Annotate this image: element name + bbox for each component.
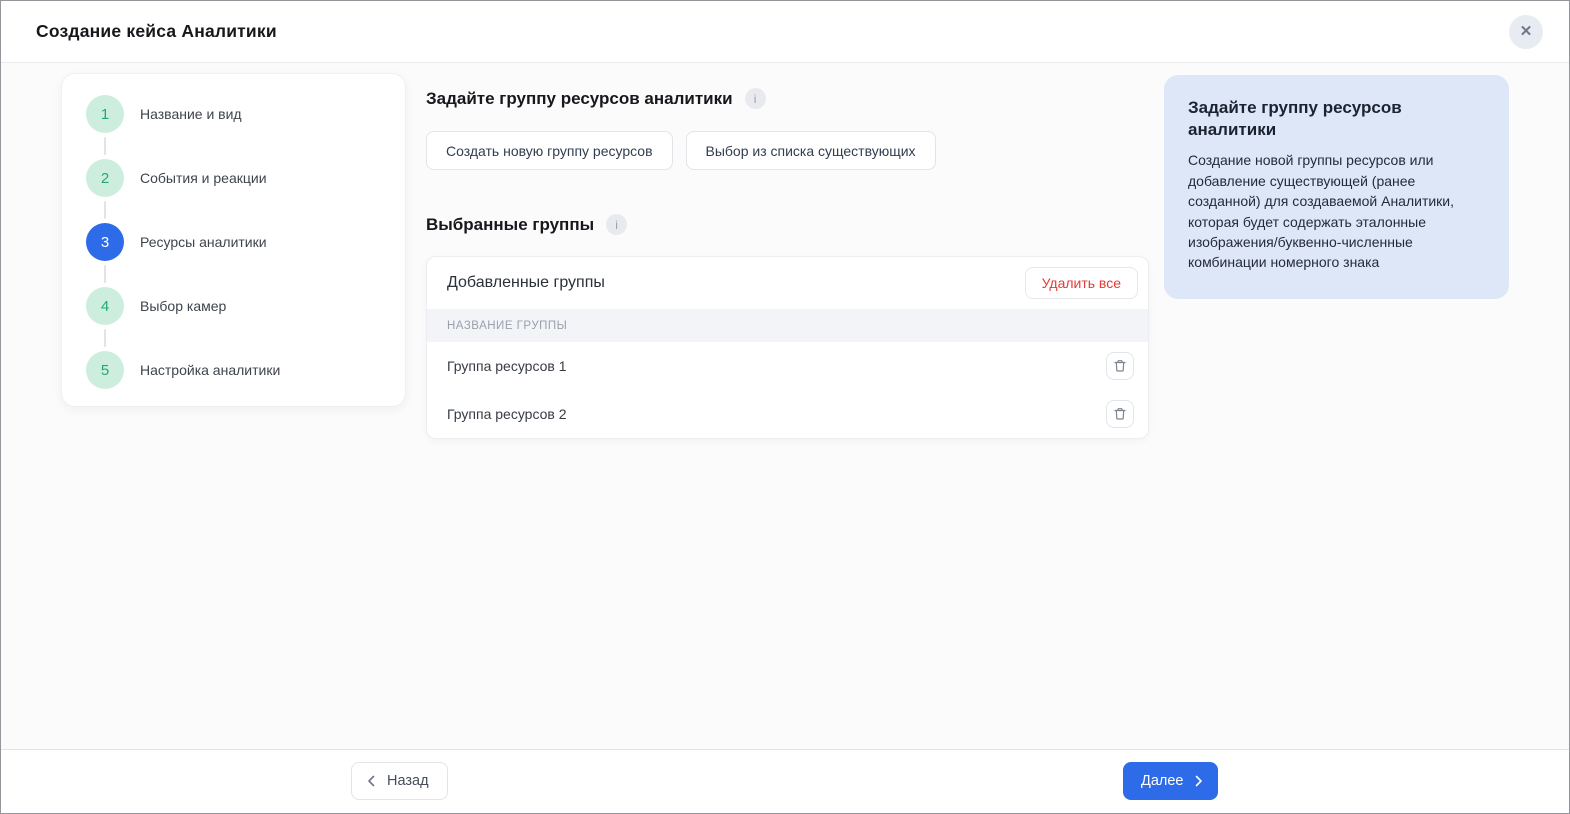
- group-name: Группа ресурсов 1: [447, 358, 567, 374]
- step-item-analytics-settings[interactable]: 5 Настройка аналитики: [86, 338, 405, 402]
- delete-row-button[interactable]: [1106, 352, 1134, 380]
- step-number-badge: 1: [86, 95, 124, 133]
- wizard-stepper: 1 Название и вид 2 События и реакции 3 Р…: [61, 73, 406, 407]
- chevron-right-icon: [1193, 775, 1204, 787]
- trash-icon: [1113, 359, 1127, 373]
- column-header-label: НАЗВАНИЕ ГРУППЫ: [447, 320, 567, 332]
- step-number-badge: 4: [86, 287, 124, 325]
- dialog-footer: Назад Далее: [1, 749, 1569, 813]
- step-label: Ресурсы аналитики: [140, 234, 267, 250]
- step-item-camera-selection[interactable]: 4 Выбор камер: [86, 274, 405, 338]
- back-button[interactable]: Назад: [351, 762, 448, 800]
- card-title: Добавленные группы: [447, 274, 605, 292]
- info-icon-glyph: i: [615, 218, 618, 232]
- next-button[interactable]: Далее: [1123, 762, 1218, 800]
- help-panel-body: Создание новой группы ресурсов или добав…: [1188, 150, 1485, 273]
- step-item-analytics-resources[interactable]: 3 Ресурсы аналитики: [86, 210, 405, 274]
- help-panel-title: Задайте группу ресурсов аналитики: [1188, 97, 1485, 141]
- chevron-left-icon: [366, 775, 377, 787]
- resource-group-actions: Создать новую группу ресурсов Выбор из с…: [426, 131, 936, 170]
- section-title: Задайте группу ресурсов аналитики: [426, 89, 733, 109]
- trash-icon: [1113, 407, 1127, 421]
- resource-group-section: Задайте группу ресурсов аналитики i: [426, 88, 766, 109]
- table-row: Группа ресурсов 2: [427, 390, 1148, 438]
- dialog-header: Создание кейса Аналитики ✕: [1, 1, 1569, 63]
- info-icon[interactable]: i: [606, 214, 627, 235]
- info-icon[interactable]: i: [745, 88, 766, 109]
- create-resource-group-button[interactable]: Создать новую группу ресурсов: [426, 131, 673, 170]
- added-groups-card: Добавленные группы Удалить все НАЗВАНИЕ …: [426, 256, 1149, 439]
- step-item-name-and-type[interactable]: 1 Название и вид: [86, 82, 405, 146]
- delete-row-button[interactable]: [1106, 400, 1134, 428]
- next-button-label: Далее: [1141, 773, 1183, 789]
- group-name: Группа ресурсов 2: [447, 406, 567, 422]
- step-label: Настройка аналитики: [140, 362, 280, 378]
- step-number-badge: 3: [86, 223, 124, 261]
- help-panel: Задайте группу ресурсов аналитики Создан…: [1164, 75, 1509, 299]
- info-icon-glyph: i: [754, 92, 757, 106]
- step-label: Выбор камер: [140, 298, 226, 314]
- page-title: Создание кейса Аналитики: [36, 21, 277, 42]
- close-icon: ✕: [1520, 24, 1533, 39]
- selected-groups-section: Выбранные группы i: [426, 214, 627, 235]
- close-button[interactable]: ✕: [1509, 15, 1543, 49]
- delete-all-button[interactable]: Удалить все: [1025, 267, 1138, 299]
- step-label: Название и вид: [140, 106, 242, 122]
- create-analytics-case-dialog: { "window": { "title": "Создание кейса А…: [0, 0, 1570, 814]
- step-number-badge: 5: [86, 351, 124, 389]
- step-number-badge: 2: [86, 159, 124, 197]
- step-label: События и реакции: [140, 170, 267, 186]
- added-groups-card-header: Добавленные группы Удалить все: [427, 257, 1148, 309]
- table-column-header: НАЗВАНИЕ ГРУППЫ: [427, 309, 1148, 342]
- back-button-label: Назад: [387, 773, 429, 789]
- step-item-events-and-reactions[interactable]: 2 События и реакции: [86, 146, 405, 210]
- table-row: Группа ресурсов 1: [427, 342, 1148, 390]
- choose-existing-group-button[interactable]: Выбор из списка существующих: [686, 131, 936, 170]
- section-title: Выбранные группы: [426, 215, 594, 235]
